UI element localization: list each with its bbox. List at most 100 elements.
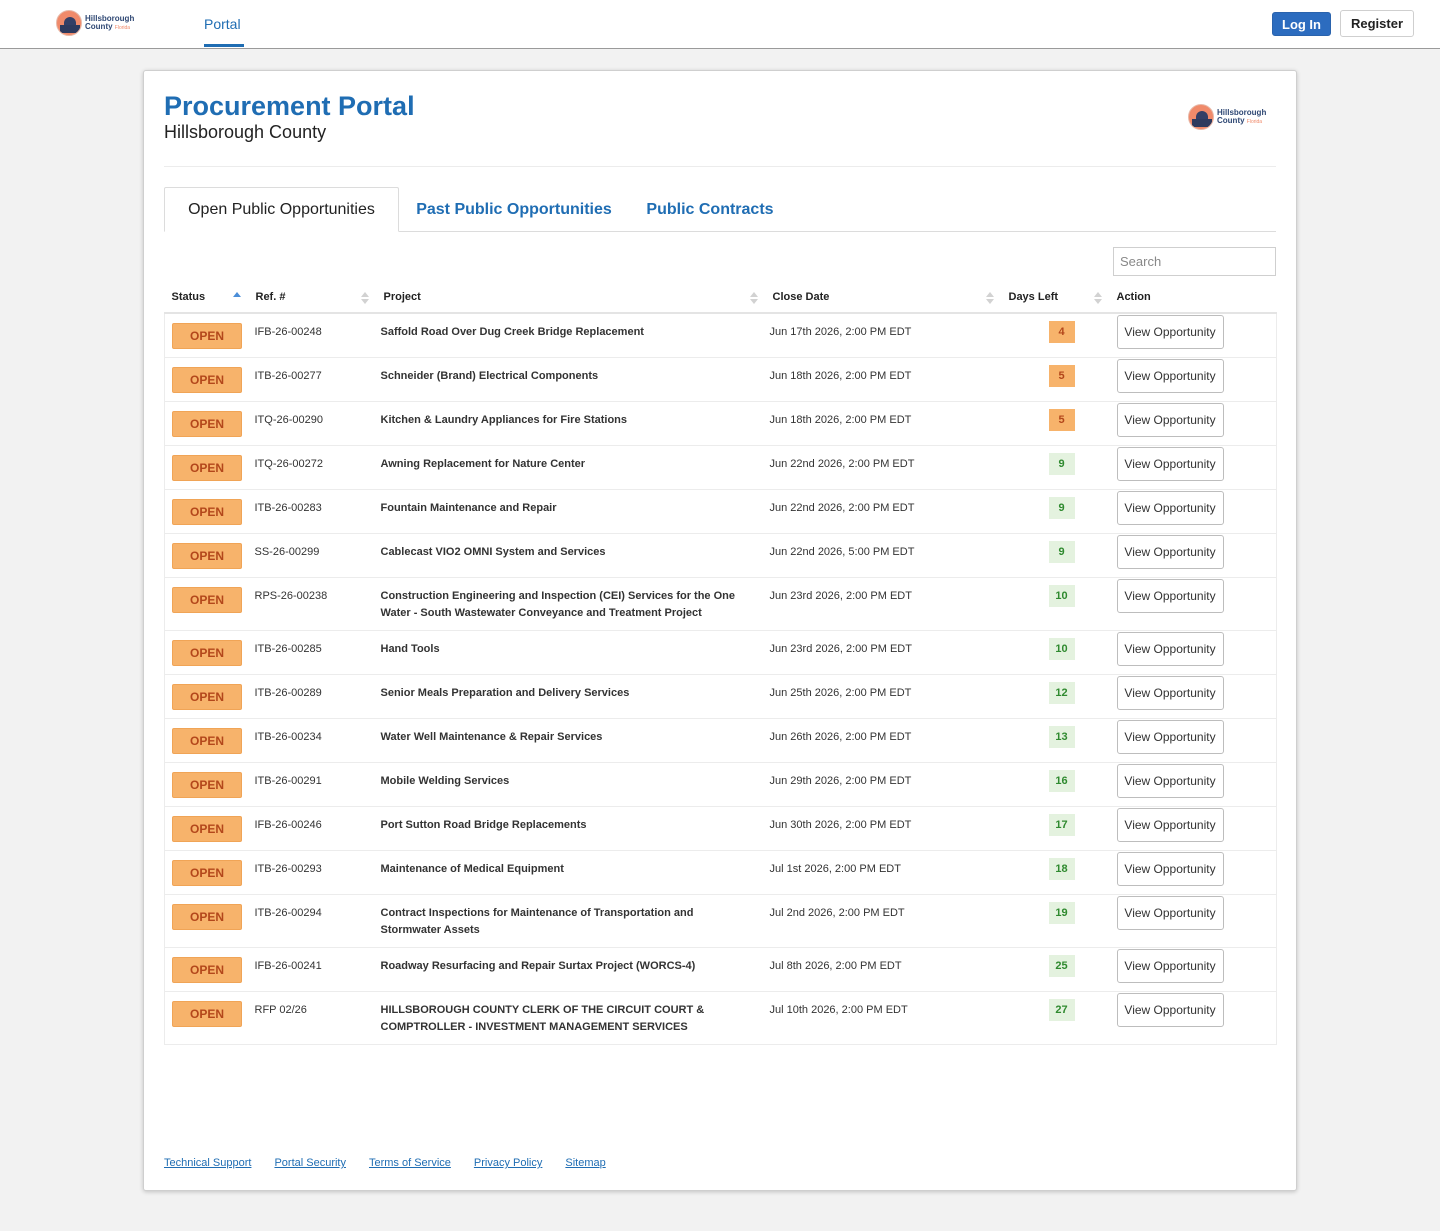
table-row: OPEN ITB-26-00277 Schneider (Brand) Electr…: [164, 357, 1277, 402]
nav-portal-link[interactable]: Portal: [204, 16, 241, 32]
ref-number: IFB-26-00248: [254, 326, 322, 338]
table-row: OPEN RFP 02/26 HILLSBOROUGH COUNTY CLERK O…: [164, 991, 1277, 1045]
view-opportunity-button[interactable]: View Opportunity: [1116, 720, 1224, 754]
project-name: Awning Replacement for Nature Center: [380, 458, 586, 470]
nav-active-indicator: [204, 44, 244, 47]
days-left-badge: 5: [1048, 409, 1075, 431]
ref-number: ITQ-26-00272: [254, 458, 323, 470]
close-date: Jun 29th 2026, 2:00 PM EDT: [769, 775, 912, 787]
days-left-badge: 16: [1048, 770, 1075, 792]
table-row: OPEN IFB-26-00246 Port Sutton Road Bridge …: [164, 806, 1277, 851]
close-date: Jun 26th 2026, 2:00 PM EDT: [769, 731, 912, 743]
footer-terms-of-service[interactable]: Terms of Service: [369, 1157, 451, 1169]
tab-open-opportunities[interactable]: Open Public Opportunities: [164, 187, 399, 232]
status-badge: OPEN: [172, 1001, 242, 1027]
project-name: Hand Tools: [380, 643, 440, 655]
days-left-badge: 27: [1048, 999, 1075, 1021]
footer-technical-support[interactable]: Technical Support: [164, 1157, 251, 1169]
sort-icon: [1093, 292, 1102, 304]
view-opportunity-button[interactable]: View Opportunity: [1116, 491, 1224, 525]
opportunities-table: Status Ref. # Project Close Date Days Le…: [164, 281, 1277, 1045]
status-badge: OPEN: [172, 772, 242, 798]
col-ref[interactable]: Ref. #: [248, 281, 377, 314]
days-left-badge: 13: [1048, 726, 1075, 748]
login-button[interactable]: Log In: [1272, 12, 1331, 36]
days-left-badge: 10: [1048, 638, 1075, 660]
project-name: Kitchen & Laundry Appliances for Fire St…: [380, 414, 628, 426]
view-opportunity-button[interactable]: View Opportunity: [1116, 896, 1224, 930]
close-date: Jun 17th 2026, 2:00 PM EDT: [769, 326, 912, 338]
ref-number: IFB-26-00241: [254, 960, 322, 972]
table-row: OPEN ITB-26-00293 Maintenance of Medical E…: [164, 850, 1277, 895]
table-row: OPEN ITB-26-00283 Fountain Maintenance and…: [164, 489, 1277, 534]
status-badge: OPEN: [172, 587, 242, 613]
tab-bar: Open Public Opportunities Past Public Op…: [164, 187, 1276, 232]
view-opportunity-button[interactable]: View Opportunity: [1116, 764, 1224, 798]
view-opportunity-button[interactable]: View Opportunity: [1116, 579, 1224, 613]
close-date: Jun 22nd 2026, 2:00 PM EDT: [769, 502, 915, 514]
view-opportunity-button[interactable]: View Opportunity: [1116, 852, 1224, 886]
days-left-badge: 9: [1048, 453, 1075, 475]
view-opportunity-button[interactable]: View Opportunity: [1116, 535, 1224, 569]
col-status[interactable]: Status: [164, 281, 249, 314]
table-row: OPEN ITQ-26-00290 Kitchen & Laundry Applia…: [164, 401, 1277, 446]
logo-line2: County: [85, 21, 113, 31]
footer-portal-security[interactable]: Portal Security: [274, 1157, 346, 1169]
county-logo[interactable]: Hillsborough County Florida: [56, 10, 134, 36]
search-input[interactable]: [1113, 247, 1276, 276]
table-row: OPEN ITB-26-00289 Senior Meals Preparation…: [164, 674, 1277, 719]
status-badge: OPEN: [172, 904, 242, 930]
table-row: OPEN SS-26-00299 Cablecast VIO2 OMNI Syste…: [164, 533, 1277, 578]
footer-privacy-policy[interactable]: Privacy Policy: [474, 1157, 542, 1169]
view-opportunity-button[interactable]: View Opportunity: [1116, 315, 1224, 349]
table-row: OPEN RPS-26-00238 Construction Engineering…: [164, 577, 1277, 631]
ref-number: SS-26-00299: [254, 546, 320, 558]
close-date: Jun 23rd 2026, 2:00 PM EDT: [769, 590, 912, 602]
tab-past-opportunities[interactable]: Past Public Opportunities: [416, 187, 612, 232]
footer-sitemap[interactable]: Sitemap: [565, 1157, 605, 1169]
project-name: HILLSBOROUGH COUNTY CLERK OF THE CIRCUIT…: [380, 1004, 705, 1033]
view-opportunity-button[interactable]: View Opportunity: [1116, 447, 1224, 481]
view-opportunity-button[interactable]: View Opportunity: [1116, 632, 1224, 666]
close-date: Jun 23rd 2026, 2:00 PM EDT: [769, 643, 912, 655]
col-project[interactable]: Project: [376, 281, 766, 314]
project-name: Senior Meals Preparation and Delivery Se…: [380, 687, 630, 699]
view-opportunity-button[interactable]: View Opportunity: [1116, 808, 1224, 842]
register-button[interactable]: Register: [1340, 10, 1414, 37]
ref-number: ITB-26-00294: [254, 907, 322, 919]
project-name: Schneider (Brand) Electrical Components: [380, 370, 599, 382]
table-row: OPEN ITB-26-00285 Hand Tools Jun 23rd 2026,…: [164, 630, 1277, 675]
view-opportunity-button[interactable]: View Opportunity: [1116, 993, 1224, 1027]
days-left-badge: 9: [1048, 497, 1075, 519]
view-opportunity-button[interactable]: View Opportunity: [1116, 949, 1224, 983]
county-seal-icon: [56, 10, 82, 36]
card-logo-tag: Florida: [1246, 118, 1263, 125]
days-left-badge: 5: [1048, 365, 1075, 387]
view-opportunity-button[interactable]: View Opportunity: [1116, 676, 1224, 710]
status-badge: OPEN: [172, 499, 242, 525]
close-date: Jun 30th 2026, 2:00 PM EDT: [769, 819, 912, 831]
ref-number: ITB-26-00234: [254, 731, 322, 743]
card-logo: Hillsborough County Florida: [1188, 104, 1266, 130]
close-date: Jun 18th 2026, 2:00 PM EDT: [769, 414, 912, 426]
days-left-badge: 12: [1048, 682, 1075, 704]
status-badge: OPEN: [172, 543, 242, 569]
status-badge: OPEN: [172, 411, 242, 437]
project-name: Saffold Road Over Dug Creek Bridge Repla…: [380, 326, 644, 338]
tab-public-contracts[interactable]: Public Contracts: [646, 187, 774, 232]
footer-links: Technical Support Portal Security Terms …: [164, 1157, 629, 1169]
status-badge: OPEN: [172, 728, 242, 754]
ref-number: ITB-26-00291: [254, 775, 322, 787]
view-opportunity-button[interactable]: View Opportunity: [1116, 403, 1224, 437]
card-logo-line2: County: [1217, 115, 1245, 125]
col-close-date[interactable]: Close Date: [765, 281, 1002, 314]
ref-number: ITB-26-00285: [254, 643, 322, 655]
project-name: Construction Engineering and Inspection …: [380, 590, 736, 619]
days-left-badge: 9: [1048, 541, 1075, 563]
project-name: Water Well Maintenance & Repair Services: [380, 731, 603, 743]
col-days-left[interactable]: Days Left: [1001, 281, 1110, 314]
ref-number: IFB-26-00246: [254, 819, 322, 831]
sort-asc-icon: [232, 292, 241, 304]
ref-number: ITB-26-00283: [254, 502, 322, 514]
view-opportunity-button[interactable]: View Opportunity: [1116, 359, 1224, 393]
